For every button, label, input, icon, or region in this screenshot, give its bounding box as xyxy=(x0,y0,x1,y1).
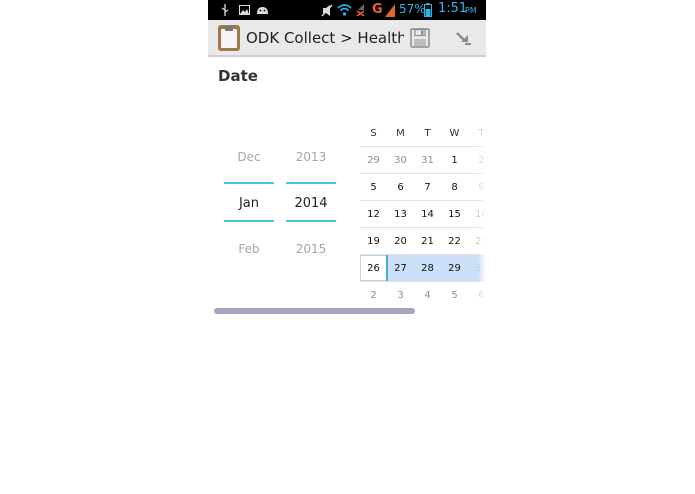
clock-time: 1:51 xyxy=(438,1,468,16)
calendar-day[interactable]: 29 xyxy=(441,255,468,282)
question-label: Date xyxy=(218,67,258,85)
calendar-week-selected: 26 27 28 29 30 xyxy=(360,254,486,281)
calendar-day[interactable]: 21 xyxy=(414,228,441,255)
weekday-header: M xyxy=(396,128,405,139)
clipboard-app-icon[interactable] xyxy=(218,25,240,51)
calendar-week: 29 30 31 1 2 xyxy=(360,146,486,173)
calendar-day[interactable]: 8 xyxy=(441,174,468,201)
battery-icon xyxy=(423,3,433,17)
jump-to-icon[interactable] xyxy=(451,26,477,50)
weekday-header: S xyxy=(370,128,377,139)
calendar-day[interactable]: 4 xyxy=(414,282,441,309)
android-icon xyxy=(255,3,269,17)
calendar-view[interactable]: S M T W T 29 30 31 1 2 5 6 7 8 9 12 13 1… xyxy=(360,124,486,316)
horizontal-scrollbar[interactable] xyxy=(214,308,415,314)
calendar-day[interactable]: 2 xyxy=(360,282,387,309)
calendar-week: 5 6 7 8 9 xyxy=(360,173,486,200)
calendar-week: 12 13 14 15 16 xyxy=(360,200,486,227)
calendar-day[interactable]: 3 xyxy=(387,282,414,309)
calendar-day[interactable]: 6 xyxy=(387,174,414,201)
calendar-day[interactable]: 1 xyxy=(441,147,468,174)
mute-icon xyxy=(320,3,334,17)
calendar-day[interactable]: 5 xyxy=(441,282,468,309)
no-signal-icon xyxy=(354,3,366,17)
calendar-day[interactable]: 28 xyxy=(414,255,441,282)
year-next[interactable]: 2015 xyxy=(286,242,336,256)
usb-icon xyxy=(220,3,230,17)
save-icon[interactable] xyxy=(407,26,433,50)
calendar-week: 2 3 4 5 6 xyxy=(360,281,486,308)
month-current[interactable]: Jan xyxy=(224,196,274,211)
calendar-edge-fade xyxy=(478,124,486,316)
battery-percent: 57% xyxy=(399,2,426,16)
spinner-divider xyxy=(224,220,274,222)
calendar-day[interactable]: 22 xyxy=(441,228,468,255)
status-bar: G 57% 1:51 PM xyxy=(208,0,486,20)
calendar-day[interactable]: 30 xyxy=(387,147,414,174)
calendar-day[interactable]: 12 xyxy=(360,201,387,228)
signal-icon xyxy=(384,3,396,17)
clock-ampm: PM xyxy=(465,6,477,15)
wifi-icon xyxy=(336,3,352,17)
month-prev[interactable]: Dec xyxy=(224,150,274,164)
action-bar: ODK Collect > HealthD... xyxy=(208,20,486,57)
network-type: G xyxy=(372,2,383,17)
phone-screen: G 57% 1:51 PM ODK Collect > HealthD... D… xyxy=(208,0,486,494)
action-bar-title: ODK Collect > HealthD... xyxy=(246,29,404,47)
calendar-day[interactable]: 5 xyxy=(360,174,387,201)
calendar-day[interactable]: 31 xyxy=(414,147,441,174)
image-icon xyxy=(237,3,251,17)
calendar-day[interactable]: 7 xyxy=(414,174,441,201)
calendar-week: 19 20 21 22 23 xyxy=(360,227,486,254)
calendar-day[interactable]: 29 xyxy=(360,147,387,174)
spinner-divider xyxy=(286,220,336,222)
calendar-day-selected[interactable]: 26 xyxy=(360,255,387,282)
month-next[interactable]: Feb xyxy=(224,242,274,256)
calendar-day[interactable]: 19 xyxy=(360,228,387,255)
calendar-day[interactable]: 14 xyxy=(414,201,441,228)
calendar-day[interactable]: 27 xyxy=(387,255,414,282)
year-current[interactable]: 2014 xyxy=(286,196,336,211)
calendar-day[interactable]: 13 xyxy=(387,201,414,228)
spinner-divider xyxy=(224,182,274,184)
spinner-divider xyxy=(286,182,336,184)
weekday-header: W xyxy=(449,128,460,139)
weekday-header: T xyxy=(424,128,431,139)
year-prev[interactable]: 2013 xyxy=(286,150,336,164)
calendar-day[interactable]: 20 xyxy=(387,228,414,255)
calendar-day[interactable]: 15 xyxy=(441,201,468,228)
